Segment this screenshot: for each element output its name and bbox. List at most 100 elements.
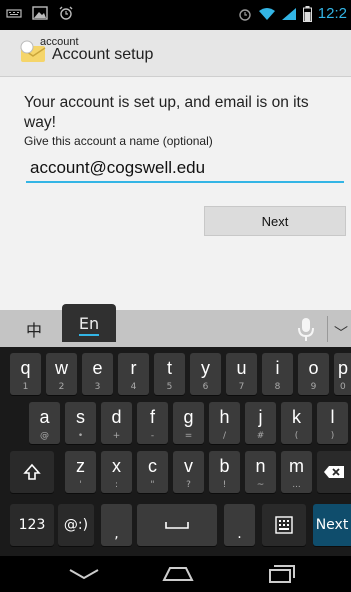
soft-keyboard: 中 En ﹀ q1 w2 e3 r4 t5 y6 u7 i8 o9 p0 a @ …: [0, 304, 351, 556]
key-label: j: [258, 407, 263, 427]
key-label: q: [20, 358, 31, 378]
keyboard-suggestion-bar: 中 En ﹀: [0, 304, 351, 347]
key-sublabel: 4: [130, 382, 137, 392]
key-y[interactable]: y6: [190, 353, 221, 395]
key-label: y: [201, 358, 210, 378]
key-s[interactable]: s •: [65, 402, 96, 444]
key-sublabel: 3: [94, 382, 101, 392]
key-f[interactable]: f-: [137, 402, 168, 444]
language-chinese-button[interactable]: 中: [14, 314, 54, 344]
status-bar: 12:2: [0, 0, 351, 30]
back-icon[interactable]: [66, 562, 102, 586]
key-sublabel: 1: [22, 382, 29, 392]
comma-key[interactable]: ,: [101, 504, 132, 546]
key-sublabel: 8: [274, 382, 281, 392]
key-sublabel: +: [112, 431, 121, 441]
key-sublabel: ~: [256, 480, 265, 490]
key-sublabel: ": [150, 480, 155, 490]
account-name-label: Give this account a name (optional): [24, 134, 213, 148]
microphone-icon[interactable]: [296, 316, 316, 342]
key-h[interactable]: h /: [209, 402, 240, 444]
key-sublabel: =: [184, 431, 193, 441]
key-e[interactable]: e3: [82, 353, 113, 395]
key-z[interactable]: z ': [65, 451, 96, 493]
emoji-key[interactable]: @:): [58, 504, 94, 546]
keyboard-grid-icon: [275, 516, 293, 534]
key-q[interactable]: q1: [10, 353, 41, 395]
key-label: t: [166, 358, 172, 378]
key-k[interactable]: k(: [281, 402, 312, 444]
key-d[interactable]: d +: [101, 402, 132, 444]
key-sublabel: !: [222, 480, 227, 490]
key-n[interactable]: n ~: [245, 451, 276, 493]
key-i[interactable]: i8: [262, 353, 293, 395]
key-o[interactable]: o9: [298, 353, 329, 395]
key-g[interactable]: g =: [173, 402, 204, 444]
setup-content: Your account is set up, and email is on …: [0, 77, 351, 310]
signal-icon: [281, 7, 296, 20]
key-label: c: [148, 456, 157, 476]
key-w[interactable]: w2: [46, 353, 77, 395]
key-v[interactable]: v?: [173, 451, 204, 493]
shift-key[interactable]: [10, 451, 54, 493]
key-sublabel: 5: [166, 382, 173, 392]
key-sublabel: :: [114, 480, 119, 490]
status-time: 12:2: [317, 5, 347, 22]
key-r[interactable]: r4: [118, 353, 149, 395]
recents-icon[interactable]: [262, 562, 298, 586]
keyboard-settings-key[interactable]: [262, 504, 306, 546]
chevron-down-icon[interactable]: ﹀: [334, 323, 348, 343]
action-bar: account Account setup: [0, 30, 351, 77]
key-label: e: [92, 358, 103, 378]
key-c[interactable]: c ": [137, 451, 168, 493]
key-sublabel: /: [222, 431, 227, 441]
key-x[interactable]: x:: [101, 451, 132, 493]
key-u[interactable]: u7: [226, 353, 257, 395]
key-label: s: [76, 407, 85, 427]
key-a[interactable]: a @: [29, 402, 60, 444]
space-key[interactable]: [137, 504, 217, 546]
key-label: h: [219, 407, 230, 427]
key-label: m: [289, 456, 304, 476]
numbers-key[interactable]: 123: [10, 504, 54, 546]
input-underline: [26, 181, 344, 183]
key-sublabel: 9: [310, 382, 317, 392]
key-sublabel: ): [330, 431, 335, 441]
key-label: z: [76, 456, 85, 476]
alarm-icon: [59, 6, 73, 20]
key-label: l: [330, 407, 335, 427]
image-icon: [32, 6, 48, 20]
key-j[interactable]: j #: [245, 402, 276, 444]
backspace-key[interactable]: [317, 451, 351, 493]
key-label: g: [183, 407, 194, 427]
shift-icon: [23, 463, 41, 480]
suggestion-divider: [327, 316, 328, 342]
period-key[interactable]: .: [224, 504, 255, 546]
key-label: n: [255, 456, 266, 476]
key-label: f: [149, 407, 155, 427]
key-label: x: [112, 456, 121, 476]
active-language-underline: [79, 334, 99, 336]
home-icon[interactable]: [160, 562, 196, 586]
alarm-icon: [239, 8, 251, 21]
key-label: p: [338, 358, 349, 378]
language-english-button[interactable]: En: [62, 304, 116, 342]
key-label: w: [55, 358, 68, 378]
account-name-input[interactable]: [26, 154, 351, 182]
key-m[interactable]: m...: [281, 451, 312, 493]
key-label: a: [39, 407, 50, 427]
key-sublabel: 6: [202, 382, 209, 392]
key-b[interactable]: b!: [209, 451, 240, 493]
space-icon: [165, 522, 189, 529]
key-l[interactable]: l): [317, 402, 348, 444]
key-label: d: [111, 407, 122, 427]
keyboard-next-key[interactable]: Next: [313, 504, 351, 546]
key-p[interactable]: p0: [334, 353, 351, 395]
key-t[interactable]: t5: [154, 353, 185, 395]
battery-icon: [302, 5, 312, 22]
next-button[interactable]: Next: [204, 206, 346, 236]
key-sublabel: ...: [292, 480, 301, 490]
key-label: v: [184, 456, 193, 476]
key-label: u: [236, 358, 247, 378]
android-screen: 12:2 account Account setup Your account …: [0, 0, 351, 592]
